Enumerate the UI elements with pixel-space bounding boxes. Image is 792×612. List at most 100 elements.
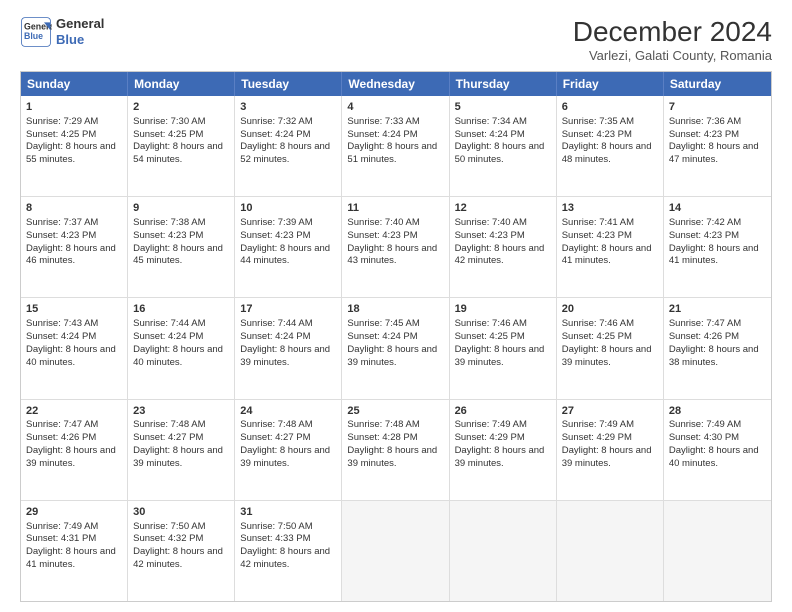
day-number: 30: [133, 505, 229, 520]
day-number: 12: [455, 201, 551, 216]
day-number: 15: [26, 302, 122, 317]
logo-line2: Blue: [56, 32, 104, 48]
sunset-text: Sunset: 4:24 PM: [240, 129, 310, 140]
daylight-text: Daylight: 8 hours and 51 minutes.: [347, 141, 437, 165]
daylight-text: Daylight: 8 hours and 41 minutes.: [562, 243, 652, 267]
sunset-text: Sunset: 4:33 PM: [240, 533, 310, 544]
daylight-text: Daylight: 8 hours and 40 minutes.: [669, 445, 759, 469]
sunrise-text: Sunrise: 7:39 AM: [240, 217, 312, 228]
sunset-text: Sunset: 4:23 PM: [347, 230, 417, 241]
cal-cell: 30Sunrise: 7:50 AMSunset: 4:32 PM Dayligh…: [128, 501, 235, 601]
sunrise-text: Sunrise: 7:37 AM: [26, 217, 98, 228]
daylight-text: Daylight: 8 hours and 39 minutes.: [240, 445, 330, 469]
sunset-text: Sunset: 4:25 PM: [562, 331, 632, 342]
daylight-text: Daylight: 8 hours and 47 minutes.: [669, 141, 759, 165]
daylight-text: Daylight: 8 hours and 42 minutes.: [133, 546, 223, 570]
day-number: 22: [26, 404, 122, 419]
cal-cell: 1Sunrise: 7:29 AMSunset: 4:25 PMDaylight…: [21, 96, 128, 196]
cal-cell: 5Sunrise: 7:34 AMSunset: 4:24 PMDaylight…: [450, 96, 557, 196]
sunset-text: Sunset: 4:26 PM: [26, 432, 96, 443]
header: General Blue General Blue December 2024 …: [20, 16, 772, 63]
sunset-text: Sunset: 4:32 PM: [133, 533, 203, 544]
sunrise-text: Sunrise: 7:49 AM: [26, 521, 98, 532]
page: General Blue General Blue December 2024 …: [0, 0, 792, 612]
sunrise-text: Sunrise: 7:50 AM: [240, 521, 312, 532]
cal-cell: 7Sunrise: 7:36 AMSunset: 4:23 PMDaylight…: [664, 96, 771, 196]
sunrise-text: Sunrise: 7:40 AM: [455, 217, 527, 228]
sunset-text: Sunset: 4:24 PM: [347, 129, 417, 140]
cal-cell: 3Sunrise: 7:32 AMSunset: 4:24 PMDaylight…: [235, 96, 342, 196]
sunset-text: Sunset: 4:25 PM: [455, 331, 525, 342]
daylight-text: Daylight: 8 hours and 39 minutes.: [240, 344, 330, 368]
cal-cell: 6Sunrise: 7:35 AMSunset: 4:23 PMDaylight…: [557, 96, 664, 196]
cal-cell: 29Sunrise: 7:49 AMSunset: 4:31 PMDayligh…: [21, 501, 128, 601]
daylight-text: Daylight: 8 hours and 41 minutes.: [669, 243, 759, 267]
daylight-text: Daylight: 8 hours and 50 minutes.: [455, 141, 545, 165]
daylight-text: Daylight: 8 hours and 40 minutes.: [26, 344, 116, 368]
sunrise-text: Sunrise: 7:48 AM: [133, 419, 205, 430]
sunrise-text: Sunrise: 7:46 AM: [455, 318, 527, 329]
sunset-text: Sunset: 4:29 PM: [455, 432, 525, 443]
cal-cell: 16Sunrise: 7:44 AMSunset: 4:24 PMDayligh…: [128, 298, 235, 398]
day-number: 29: [26, 505, 122, 520]
day-number: 28: [669, 404, 766, 419]
sunrise-text: Sunrise: 7:48 AM: [347, 419, 419, 430]
sunrise-text: Sunrise: 7:36 AM: [669, 116, 741, 127]
logo-icon: General Blue: [20, 16, 52, 48]
header-day-wednesday: Wednesday: [342, 72, 449, 96]
calendar-body: 1Sunrise: 7:29 AMSunset: 4:25 PMDaylight…: [21, 96, 771, 601]
day-number: 18: [347, 302, 443, 317]
daylight-text: Daylight: 8 hours and 39 minutes.: [455, 445, 545, 469]
cal-cell: 14Sunrise: 7:42 AMSunset: 4:23 PMDayligh…: [664, 197, 771, 297]
sunrise-text: Sunrise: 7:47 AM: [26, 419, 98, 430]
cal-cell: [450, 501, 557, 601]
header-day-sunday: Sunday: [21, 72, 128, 96]
day-number: 26: [455, 404, 551, 419]
day-number: 2: [133, 100, 229, 115]
main-title: December 2024: [573, 16, 772, 48]
sunrise-text: Sunrise: 7:42 AM: [669, 217, 741, 228]
daylight-text: Daylight: 8 hours and 39 minutes.: [133, 445, 223, 469]
week-row-1: 8Sunrise: 7:37 AMSunset: 4:23 PMDaylight…: [21, 197, 771, 298]
daylight-text: Daylight: 8 hours and 46 minutes.: [26, 243, 116, 267]
sunrise-text: Sunrise: 7:41 AM: [562, 217, 634, 228]
logo: General Blue General Blue: [20, 16, 104, 48]
daylight-text: Daylight: 8 hours and 39 minutes.: [347, 344, 437, 368]
daylight-text: Daylight: 8 hours and 54 minutes.: [133, 141, 223, 165]
day-number: 1: [26, 100, 122, 115]
cal-cell: 15Sunrise: 7:43 AMSunset: 4:24 PMDayligh…: [21, 298, 128, 398]
cal-cell: 18Sunrise: 7:45 AMSunset: 4:24 PMDayligh…: [342, 298, 449, 398]
day-number: 9: [133, 201, 229, 216]
daylight-text: Daylight: 8 hours and 43 minutes.: [347, 243, 437, 267]
sunrise-text: Sunrise: 7:49 AM: [669, 419, 741, 430]
header-day-thursday: Thursday: [450, 72, 557, 96]
daylight-text: Daylight: 8 hours and 52 minutes.: [240, 141, 330, 165]
header-day-saturday: Saturday: [664, 72, 771, 96]
sunset-text: Sunset: 4:28 PM: [347, 432, 417, 443]
day-number: 13: [562, 201, 658, 216]
header-day-friday: Friday: [557, 72, 664, 96]
sunset-text: Sunset: 4:27 PM: [240, 432, 310, 443]
sunset-text: Sunset: 4:23 PM: [240, 230, 310, 241]
logo-line1: General: [56, 16, 104, 32]
sunrise-text: Sunrise: 7:43 AM: [26, 318, 98, 329]
cal-cell: 27Sunrise: 7:49 AMSunset: 4:29 PMDayligh…: [557, 400, 664, 500]
sunset-text: Sunset: 4:25 PM: [26, 129, 96, 140]
sunset-text: Sunset: 4:24 PM: [455, 129, 525, 140]
daylight-text: Daylight: 8 hours and 55 minutes.: [26, 141, 116, 165]
week-row-2: 15Sunrise: 7:43 AMSunset: 4:24 PMDayligh…: [21, 298, 771, 399]
sunrise-text: Sunrise: 7:50 AM: [133, 521, 205, 532]
cal-cell: 9Sunrise: 7:38 AMSunset: 4:23 PMDaylight…: [128, 197, 235, 297]
sunset-text: Sunset: 4:23 PM: [562, 129, 632, 140]
cal-cell: 19Sunrise: 7:46 AMSunset: 4:25 PMDayligh…: [450, 298, 557, 398]
daylight-text: Daylight: 8 hours and 41 minutes.: [26, 546, 116, 570]
cal-cell: 4Sunrise: 7:33 AMSunset: 4:24 PMDaylight…: [342, 96, 449, 196]
sunrise-text: Sunrise: 7:48 AM: [240, 419, 312, 430]
sunrise-text: Sunrise: 7:44 AM: [133, 318, 205, 329]
sunset-text: Sunset: 4:23 PM: [669, 129, 739, 140]
sunrise-text: Sunrise: 7:34 AM: [455, 116, 527, 127]
day-number: 11: [347, 201, 443, 216]
sunrise-text: Sunrise: 7:30 AM: [133, 116, 205, 127]
daylight-text: Daylight: 8 hours and 39 minutes.: [347, 445, 437, 469]
sunrise-text: Sunrise: 7:45 AM: [347, 318, 419, 329]
